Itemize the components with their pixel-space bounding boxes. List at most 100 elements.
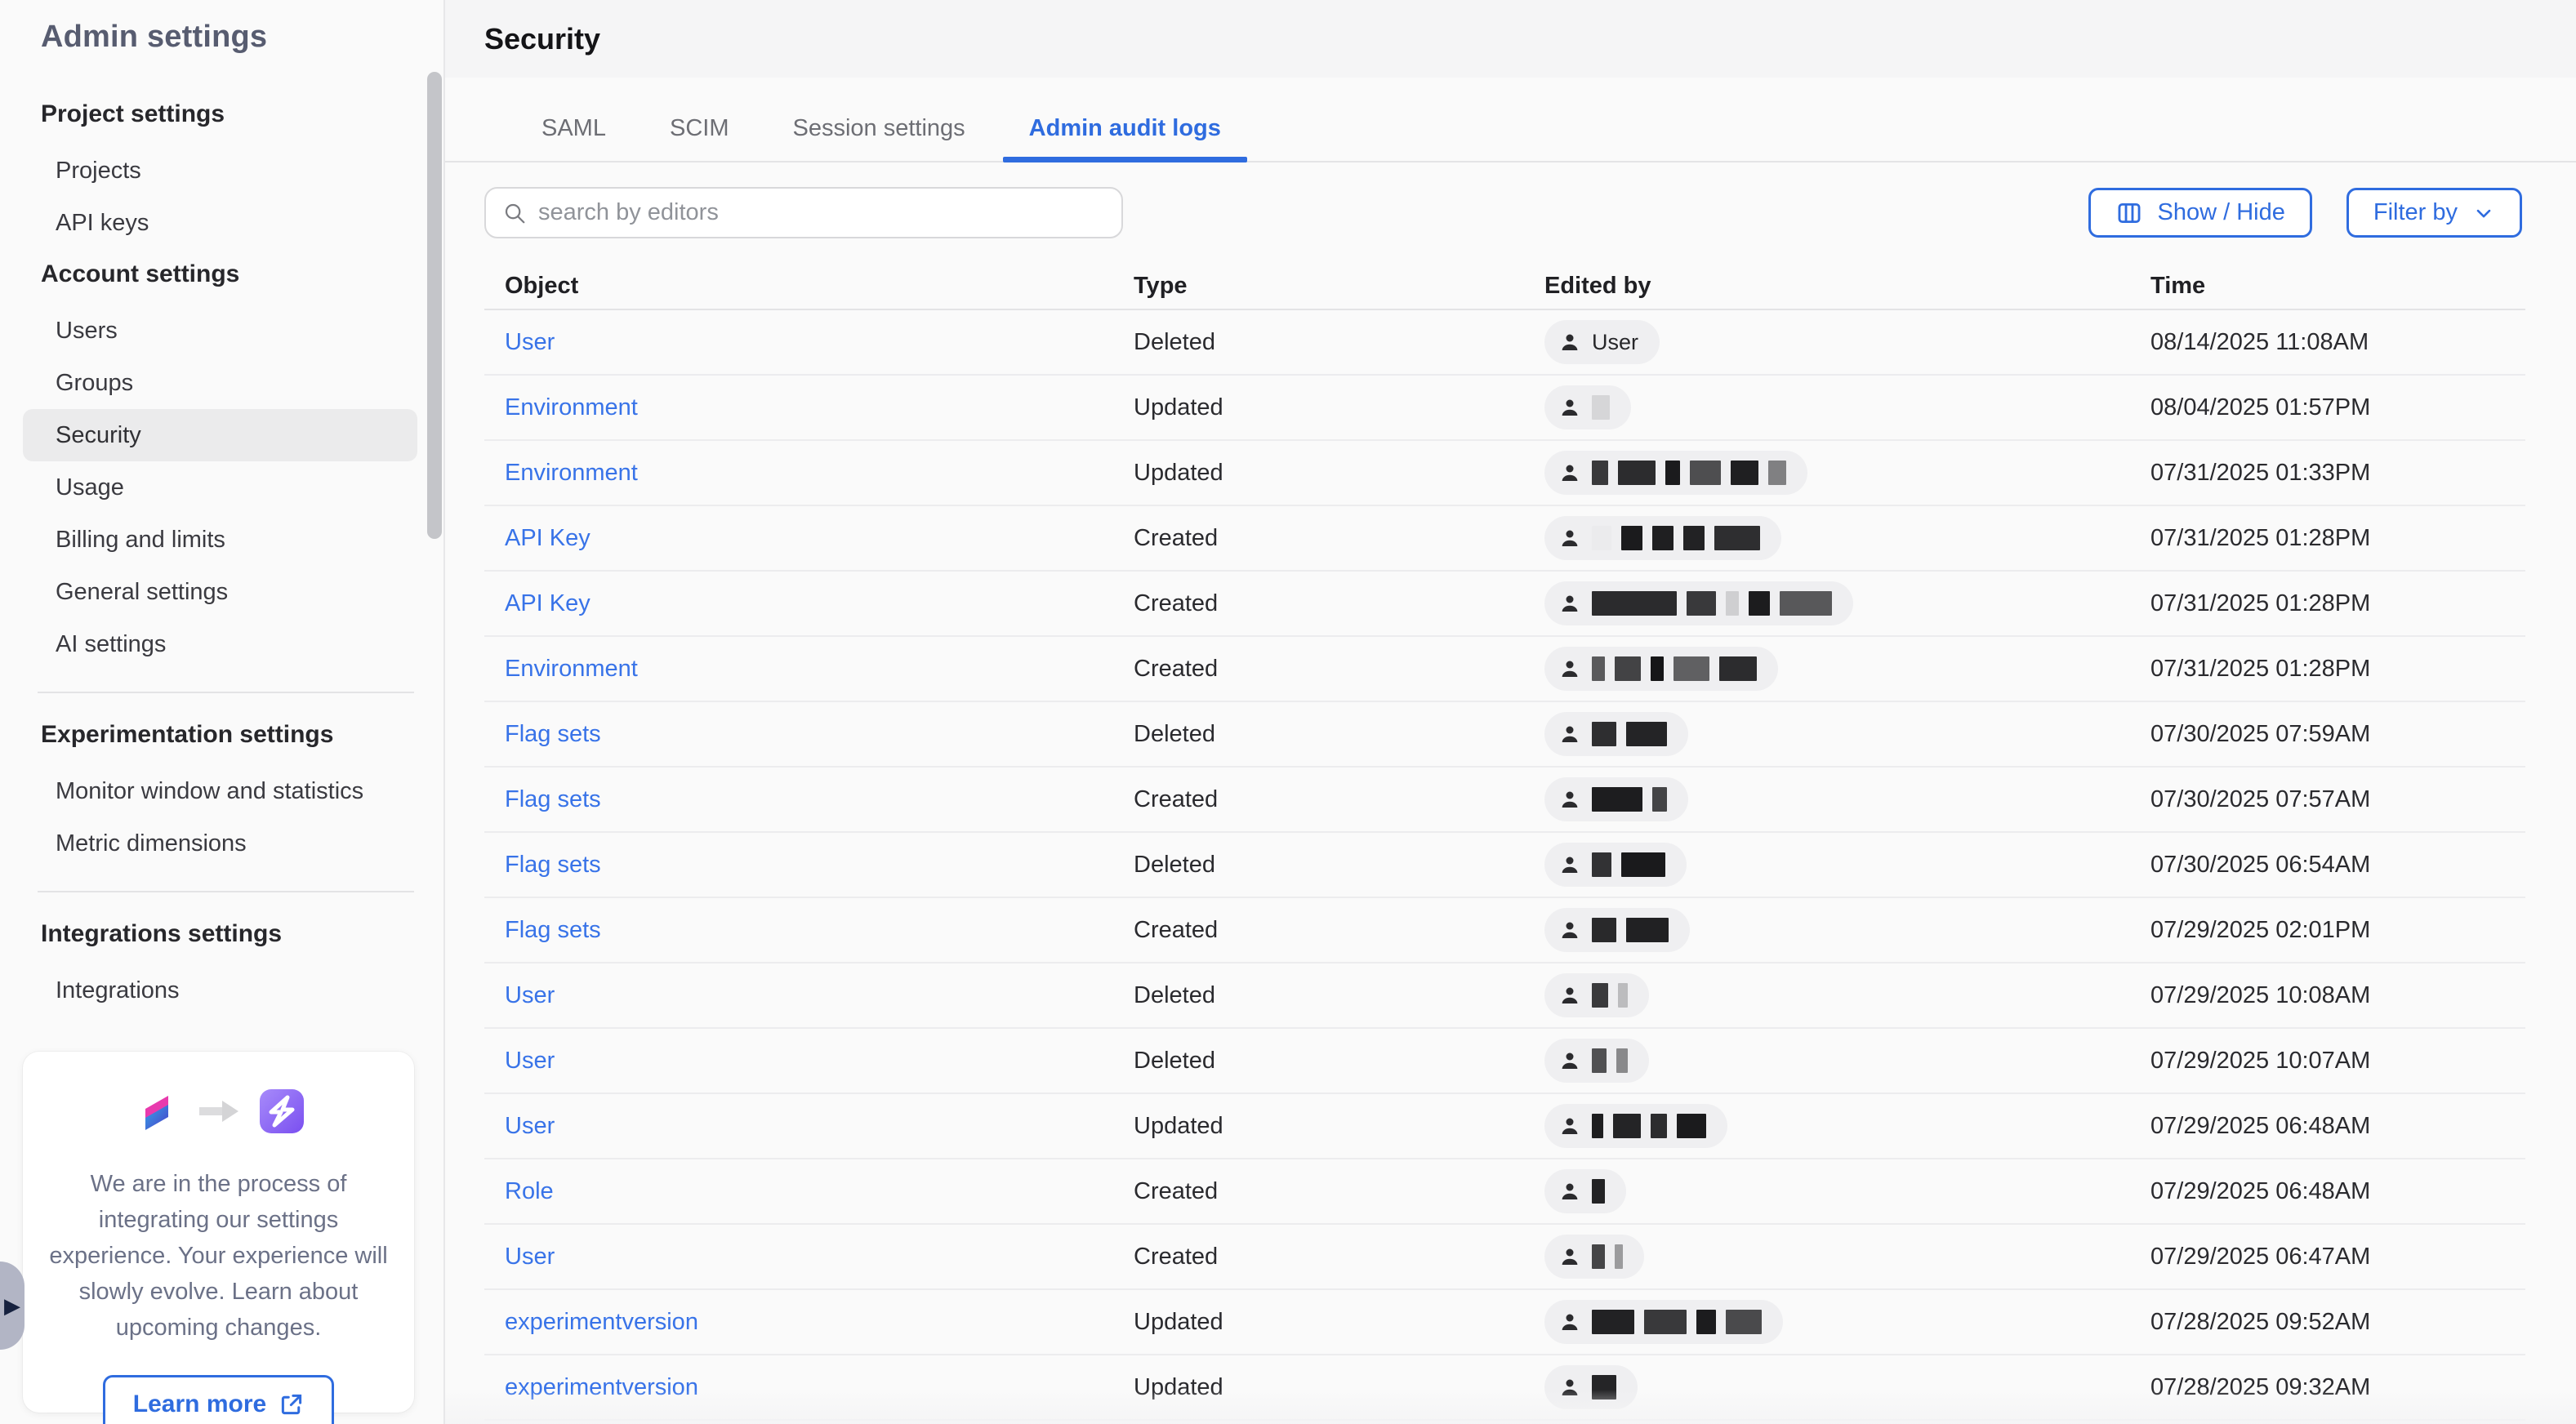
- arrow-right-icon: [199, 1101, 238, 1122]
- object-link[interactable]: Flag sets: [505, 917, 601, 943]
- object-link[interactable]: Flag sets: [505, 852, 601, 878]
- redacted-editor-name: [1592, 1048, 1628, 1073]
- tab-saml[interactable]: SAML: [515, 115, 632, 161]
- redacted-editor-name: [1592, 852, 1665, 877]
- type-text: Created: [1134, 786, 1218, 812]
- person-icon: [1558, 526, 1582, 550]
- page-header: Security: [445, 0, 2576, 78]
- object-link[interactable]: User: [505, 982, 555, 1008]
- object-link[interactable]: Environment: [505, 460, 638, 486]
- table-row[interactable]: UserDeleted07/29/2025 10:07AM: [484, 1029, 2525, 1094]
- sidebar-item-api-keys[interactable]: API keys: [41, 197, 414, 249]
- redaction-block: [1592, 1179, 1605, 1204]
- sidebar-item-ai-settings[interactable]: AI settings: [41, 618, 414, 670]
- table-row[interactable]: experimentversion Updated 07/28/2025 09:52…: [484, 1290, 2525, 1355]
- editor-chip: [1544, 712, 1688, 756]
- editor-chip: [1544, 581, 1853, 625]
- learn-more-button[interactable]: Learn more: [103, 1375, 334, 1424]
- table-row[interactable]: EnvironmentCreated07/31/2025 01:28PM: [484, 637, 2525, 702]
- learn-more-label: Learn more: [133, 1391, 266, 1418]
- table-row[interactable]: Flag setsDeleted07/30/2025 06:54AM: [484, 833, 2525, 898]
- table-row[interactable]: Flag setsCreated07/29/2025 02:01PM: [484, 898, 2525, 963]
- type-text: Updated: [1134, 1309, 1223, 1335]
- person-icon: [1558, 1375, 1582, 1400]
- columns-icon: [2115, 199, 2143, 227]
- object-link[interactable]: User: [505, 1244, 555, 1270]
- redacted-editor-name: [1592, 1114, 1706, 1138]
- table-row[interactable]: Flag setsCreated07/30/2025 07:57AM: [484, 768, 2525, 833]
- table-row[interactable]: UserDeleted07/29/2025 10:08AM: [484, 963, 2525, 1029]
- redaction-block: [1726, 1310, 1762, 1334]
- object-link[interactable]: experimentversion: [505, 1374, 698, 1400]
- redaction-block: [1719, 656, 1757, 681]
- search-box[interactable]: [484, 187, 1123, 238]
- table-row[interactable]: experimentversionUpdated07/28/2025 09:32…: [484, 1355, 2525, 1421]
- redacted-editor-name: [1592, 461, 1786, 485]
- sidebar-collapse-handle[interactable]: ▶: [0, 1262, 25, 1350]
- object-link[interactable]: User: [505, 1048, 555, 1074]
- sidebar-item-integrations[interactable]: Integrations: [41, 964, 414, 1017]
- object-link[interactable]: User: [505, 329, 555, 355]
- redaction-block: [1731, 461, 1758, 485]
- section-header-project-settings: Project settings: [41, 91, 414, 138]
- redacted-editor-name: [1592, 526, 1760, 550]
- type-text: Deleted: [1134, 721, 1215, 747]
- editor-chip: [1544, 647, 1778, 691]
- tab-scim[interactable]: SCIM: [644, 115, 755, 161]
- object-link[interactable]: Environment: [505, 394, 638, 421]
- table-row[interactable]: API KeyCreated07/31/2025 01:28PM: [484, 572, 2525, 637]
- tab-session-settings[interactable]: Session settings: [766, 115, 991, 161]
- object-link[interactable]: experimentversion: [505, 1309, 698, 1335]
- sidebar-item-security[interactable]: Security: [23, 409, 417, 461]
- table-row[interactable]: UserDeletedUser08/14/2025 11:08AM: [484, 310, 2525, 376]
- object-link[interactable]: Environment: [505, 656, 638, 682]
- tab-admin-audit-logs[interactable]: Admin audit logs: [1003, 115, 1247, 161]
- time-text: 07/30/2025 07:59AM: [2150, 721, 2370, 747]
- sidebar: Admin settings Project settings Projects…: [0, 0, 445, 1424]
- search-input[interactable]: [538, 199, 1105, 226]
- sidebar-item-users[interactable]: Users: [41, 305, 414, 357]
- sidebar-item-billing-and-limits[interactable]: Billing and limits: [41, 514, 414, 566]
- type-text: Created: [1134, 1244, 1218, 1270]
- new-settings-logo-icon: [258, 1088, 305, 1135]
- object-link[interactable]: Flag sets: [505, 786, 601, 812]
- table-row[interactable]: Flag sets Deleted 07/30/2025 07:59AM: [484, 702, 2525, 768]
- object-link[interactable]: User: [505, 1113, 555, 1139]
- type-text: Deleted: [1134, 1048, 1215, 1074]
- redacted-editor-name: [1592, 787, 1667, 812]
- object-link[interactable]: API Key: [505, 525, 591, 551]
- table-row[interactable]: RoleCreated07/29/2025 06:48AM: [484, 1159, 2525, 1225]
- table-row[interactable]: User Created 07/29/2025 06:47AM: [484, 1225, 2525, 1290]
- filter-by-button[interactable]: Filter by: [2346, 188, 2522, 238]
- sidebar-item-projects[interactable]: Projects: [41, 145, 414, 197]
- redaction-block: [1690, 461, 1721, 485]
- time-text: 07/28/2025 09:52AM: [2150, 1309, 2370, 1335]
- table-row[interactable]: EnvironmentUpdated07/31/2025 01:33PM: [484, 441, 2525, 506]
- time-text: 08/04/2025 01:57PM: [2150, 394, 2370, 421]
- table-row[interactable]: API KeyCreated07/31/2025 01:28PM: [484, 506, 2525, 572]
- object-link[interactable]: Role: [505, 1178, 554, 1204]
- object-link[interactable]: API Key: [505, 590, 591, 616]
- sidebar-item-metric-dimensions[interactable]: Metric dimensions: [41, 817, 414, 870]
- type-text: Deleted: [1134, 852, 1215, 878]
- sidebar-item-general-settings[interactable]: General settings: [41, 566, 414, 618]
- sidebar-item-usage[interactable]: Usage: [41, 461, 414, 514]
- show-hide-columns-button[interactable]: Show / Hide: [2088, 188, 2312, 238]
- time-text: 08/14/2025 11:08AM: [2150, 329, 2369, 355]
- type-text: Updated: [1134, 394, 1223, 421]
- sidebar-scrollbar[interactable]: [427, 72, 442, 539]
- sidebar-item-monitor-window[interactable]: Monitor window and statistics: [41, 765, 414, 817]
- sidebar-divider: [38, 891, 414, 892]
- object-link[interactable]: Flag sets: [505, 721, 601, 747]
- time-text: 07/29/2025 02:01PM: [2150, 917, 2370, 943]
- redaction-block: [1592, 1310, 1634, 1334]
- time-text: 07/29/2025 06:47AM: [2150, 1244, 2370, 1270]
- person-icon: [1558, 1114, 1582, 1138]
- editor-chip: [1544, 1365, 1638, 1409]
- sidebar-item-groups[interactable]: Groups: [41, 357, 414, 409]
- editor-chip: [1544, 908, 1690, 952]
- editor-chip: [1544, 1235, 1644, 1279]
- table-row[interactable]: Environment Updated 08/04/2025 01:57PM: [484, 376, 2525, 441]
- table-row[interactable]: UserUpdated07/29/2025 06:48AM: [484, 1094, 2525, 1159]
- person-icon: [1558, 787, 1582, 812]
